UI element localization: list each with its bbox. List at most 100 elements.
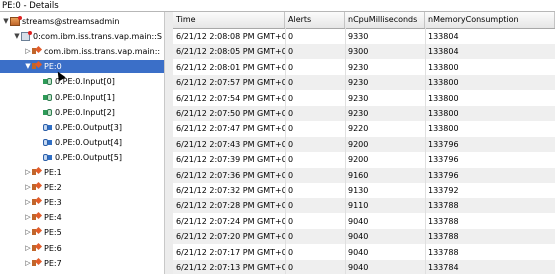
- tree-scrollbar[interactable]: [164, 12, 173, 274]
- cell-time: 6/21/12 2:08:08 PM GMT+08:0: [176, 32, 285, 41]
- cell-cpu: 9040: [348, 232, 369, 242]
- table-row[interactable]: 6/21/12 2:07:54 PM GMT+08:00 9230 133800: [173, 91, 555, 106]
- pe-icon: [32, 168, 42, 177]
- table-row[interactable]: 6/21/12 2:07:36 PM GMT+08:00 9160 133796: [173, 167, 555, 183]
- pe-icon: [32, 244, 42, 253]
- cell-memory: 133792: [428, 186, 459, 195]
- column-header-alerts[interactable]: Alerts: [285, 12, 345, 28]
- tree-item[interactable]: 0.PE:0.Input[2]: [35, 106, 115, 119]
- table-row[interactable]: 6/21/12 2:07:17 PM GMT+08:00 9040 133788: [173, 245, 555, 260]
- column-divider: [345, 28, 346, 274]
- cell-memory: 133796: [428, 170, 459, 180]
- pe-icon: [32, 259, 42, 268]
- cell-memory: 133804: [428, 47, 459, 57]
- table-row[interactable]: 6/21/12 2:07:43 PM GMT+08:00 9200 133796: [173, 136, 555, 152]
- column-header-time[interactable]: Time: [173, 12, 285, 28]
- instance-icon: [10, 16, 22, 26]
- cell-time: 6/21/12 2:07:32 PM GMT+08:0: [176, 186, 285, 195]
- tree-item[interactable]: ▼ PE:0: [0, 60, 164, 74]
- tree-item[interactable]: ▷ PE:6: [24, 242, 61, 255]
- cell-alerts: 0: [288, 78, 294, 88]
- table-row[interactable]: 6/21/12 2:07:28 PM GMT+08:00 9110 133788: [173, 198, 555, 214]
- tree-item[interactable]: 0.PE:0.Output[5]: [35, 151, 122, 164]
- tree-item-label: PE:7: [44, 258, 62, 268]
- tree-item[interactable]: 0.PE:0.Output[4]: [35, 136, 122, 149]
- collapsed-twisty-icon[interactable]: ▷: [24, 257, 32, 270]
- pe-icon: [32, 213, 42, 222]
- cell-time: 6/21/12 2:07:50 PM GMT+08:0: [176, 109, 285, 118]
- collapsed-twisty-icon[interactable]: ▷: [24, 45, 32, 58]
- table-row[interactable]: 6/21/12 2:07:50 PM GMT+08:00 9230 133800: [173, 106, 555, 121]
- cell-memory: 133788: [428, 232, 459, 242]
- pe-icon: [32, 228, 42, 237]
- collapsed-twisty-icon[interactable]: ▷: [24, 211, 32, 224]
- table-row[interactable]: 6/21/12 2:07:32 PM GMT+08:00 9130 133792: [173, 183, 555, 198]
- cell-cpu: 9230: [348, 78, 369, 88]
- cell-alerts: 0: [288, 216, 294, 226]
- tree-item-label: PE:5: [44, 228, 62, 238]
- column-divider: [285, 28, 286, 274]
- cell-cpu: 9230: [348, 62, 369, 72]
- collapsed-twisty-icon[interactable]: ▷: [24, 226, 32, 239]
- cell-time: 6/21/12 2:07:24 PM GMT+08:0: [176, 216, 285, 226]
- window-title: PE:0 - Details: [2, 1, 59, 11]
- table-row[interactable]: 6/21/12 2:07:20 PM GMT+08:00 9040 133788: [173, 229, 555, 245]
- tree-item-label: 0.PE:0.Input[2]: [55, 107, 115, 117]
- cell-time: 6/21/12 2:08:05 PM GMT+08:0: [176, 47, 285, 57]
- tree-item[interactable]: ▷ PE:4: [24, 211, 61, 224]
- cell-cpu: 9040: [348, 216, 369, 226]
- tree-item-label: 0.PE:0.Output[3]: [55, 122, 122, 132]
- tree-item-label: 0:com.ibm.iss.trans.vap.main::S: [33, 32, 162, 42]
- tree-item[interactable]: ▷ PE:5: [24, 226, 62, 239]
- cell-cpu: 9160: [348, 170, 369, 180]
- collapsed-twisty-icon[interactable]: ▷: [24, 181, 32, 194]
- tree-item-label: 0.PE:0.Input[1]: [55, 92, 115, 102]
- cell-time: 6/21/12 2:07:43 PM GMT+08:0: [176, 139, 285, 149]
- tree-item[interactable]: ▷ com.ibm.iss.trans.vap.main::: [24, 45, 160, 58]
- table-row[interactable]: 6/21/12 2:08:08 PM GMT+08:00 9330 133804: [173, 29, 555, 44]
- table-row[interactable]: 6/21/12 2:07:47 PM GMT+08:00 9220 133800: [173, 121, 555, 136]
- tree-item[interactable]: ▷ PE:7: [24, 257, 62, 270]
- expanded-twisty-icon[interactable]: ▼: [13, 30, 21, 43]
- column-divider: [425, 28, 426, 274]
- collapsed-twisty-icon[interactable]: ▷: [24, 196, 32, 209]
- tree-item[interactable]: 0.PE:0.Input[0]: [35, 75, 115, 88]
- table-row[interactable]: 6/21/12 2:07:57 PM GMT+08:00 9230 133800: [173, 75, 555, 91]
- cell-time: 6/21/12 2:07:54 PM GMT+08:0: [176, 93, 285, 103]
- column-header-cpu[interactable]: nCpuMilliseconds: [345, 12, 425, 28]
- cell-alerts: 0: [288, 93, 294, 103]
- table-row[interactable]: 6/21/12 2:07:39 PM GMT+08:00 9200 133796: [173, 152, 555, 167]
- tree-item-label: PE:1: [44, 168, 62, 177]
- tree-item[interactable]: 0.PE:0.Output[3]: [35, 121, 122, 134]
- navigation-tree[interactable]: ▼ streams@streamsadmin ▼ 0:com.ibm.iss.tran…: [0, 12, 165, 274]
- cell-time: 6/21/12 2:07:36 PM GMT+08:0: [176, 170, 285, 180]
- cell-time: 6/21/12 2:07:57 PM GMT+08:0: [176, 78, 285, 88]
- tree-item[interactable]: ▷ PE:1: [24, 166, 62, 179]
- expanded-twisty-icon[interactable]: ▼: [2, 15, 10, 28]
- tree-item[interactable]: ▼ 0:com.ibm.iss.trans.vap.main::S: [13, 30, 162, 43]
- collapsed-twisty-icon[interactable]: ▷: [24, 242, 32, 255]
- cell-memory: 133796: [428, 139, 459, 149]
- tree-item[interactable]: ▷ PE:3: [24, 196, 61, 209]
- table-row[interactable]: 6/21/12 2:08:05 PM GMT+08:00 9300 133804: [173, 44, 555, 60]
- table-row[interactable]: 6/21/12 2:07:13 PM GMT+08:00 9040 133784: [173, 260, 555, 274]
- cell-memory: 133796: [428, 155, 459, 165]
- column-header-memory[interactable]: nMemoryConsumption: [425, 12, 555, 28]
- cell-time: 6/21/12 2:08:01 PM GMT+08:0: [176, 62, 285, 72]
- expanded-twisty-icon[interactable]: ▼: [24, 60, 32, 73]
- tree-item[interactable]: ▼ streams@streamsadmin: [2, 15, 119, 28]
- tree-item[interactable]: 0.PE:0.Input[1]: [35, 91, 115, 104]
- cell-memory: 133788: [428, 201, 459, 211]
- table-row[interactable]: 6/21/12 2:08:01 PM GMT+08:00 9230 133800: [173, 60, 555, 75]
- cell-cpu: 9230: [348, 109, 369, 118]
- cell-time: 6/21/12 2:07:39 PM GMT+08:0: [176, 155, 285, 165]
- table-row[interactable]: 6/21/12 2:07:24 PM GMT+08:00 9040 133788: [173, 214, 555, 229]
- cell-alerts: 0: [288, 186, 294, 195]
- tree-item[interactable]: ▷ PE:2: [24, 181, 61, 194]
- cell-time: 6/21/12 2:07:47 PM GMT+08:0: [176, 124, 285, 134]
- collapsed-twisty-icon[interactable]: ▷: [24, 166, 32, 179]
- table-header: Time Alerts nCpuMilliseconds nMemoryCons…: [173, 12, 555, 29]
- cell-memory: 133800: [428, 109, 459, 118]
- cell-alerts: 0: [288, 109, 294, 118]
- cell-memory: 133800: [428, 124, 459, 134]
